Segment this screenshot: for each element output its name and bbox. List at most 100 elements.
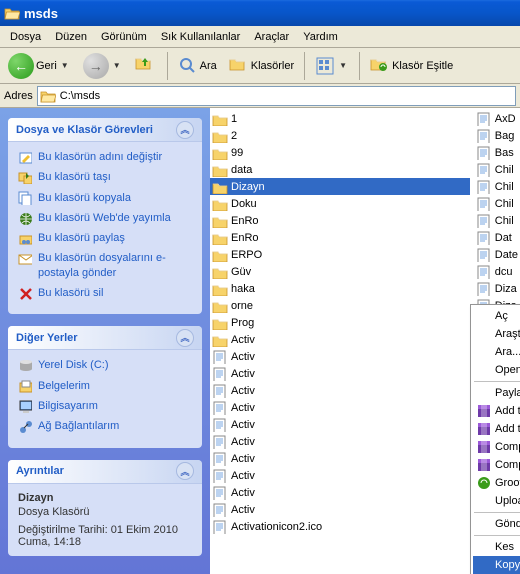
list-item[interactable]: Chil <box>474 195 520 212</box>
list-item[interactable]: Activ <box>210 484 470 501</box>
context-item[interactable]: Kopyala <box>473 556 520 574</box>
list-item[interactable]: 99 <box>210 144 470 161</box>
list-item[interactable]: Activ <box>210 467 470 484</box>
task-link[interactable]: Bu klasörü sil <box>18 286 192 300</box>
folders-button[interactable]: Klasörler <box>225 51 298 81</box>
context-item[interactable]: Compress to "Dizayn.rar" and email <box>473 456 520 474</box>
menu-file[interactable]: Dosya <box>4 29 47 45</box>
list-item[interactable]: Diza <box>474 280 520 297</box>
list-item[interactable]: 1 <box>210 110 470 127</box>
list-item[interactable]: orne <box>210 297 470 314</box>
forward-button[interactable]: → ▼ <box>79 51 127 81</box>
list-item[interactable]: EnRo <box>210 229 470 246</box>
list-item[interactable]: Dizayn <box>210 178 470 195</box>
rar-icon <box>476 457 492 473</box>
item-label: Activ <box>231 470 255 482</box>
list-item[interactable]: haka <box>210 280 470 297</box>
list-item[interactable]: Activ <box>210 399 470 416</box>
file-icon <box>212 452 228 466</box>
list-item[interactable]: Activationicon2.ico <box>210 518 470 535</box>
menu-favorites[interactable]: Sık Kullanılanlar <box>155 29 247 45</box>
up-button[interactable] <box>131 51 161 81</box>
list-item[interactable]: ERPO <box>210 246 470 263</box>
list-item[interactable]: Chil <box>474 212 520 229</box>
task-link[interactable]: Ağ Bağlantılarım <box>18 419 192 433</box>
item-label: Activ <box>231 419 255 431</box>
sync-button[interactable]: Klasör Eşitle <box>366 51 457 81</box>
task-link[interactable]: Bu klasörün adını değiştir <box>18 150 192 164</box>
list-item[interactable]: Date <box>474 246 520 263</box>
list-item[interactable]: Activ <box>210 416 470 433</box>
forward-dropdown[interactable]: ▼ <box>111 61 123 70</box>
list-item[interactable]: Activ <box>210 348 470 365</box>
list-item[interactable]: Activ <box>210 365 470 382</box>
list-item[interactable]: Dat <box>474 229 520 246</box>
context-item[interactable]: Aç <box>473 307 520 325</box>
task-link[interactable]: Bu klasörü kopyala <box>18 191 192 205</box>
list-item[interactable]: Chil <box>474 178 520 195</box>
list-item[interactable]: 2 <box>210 127 470 144</box>
list-item[interactable]: Chil <box>474 161 520 178</box>
list-item[interactable]: Activ <box>210 433 470 450</box>
context-item[interactable]: Open as Notebook in OneNote <box>473 361 520 379</box>
address-input[interactable]: C:\msds <box>37 86 516 106</box>
tasks-header[interactable]: Dosya ve Klasör Görevleri ︽ <box>8 118 202 142</box>
context-item[interactable]: Groove Klasör Eşitleme▶ <box>473 474 520 492</box>
collapse-icon[interactable]: ︽ <box>176 462 194 480</box>
places-header[interactable]: Diğer Yerler ︽ <box>8 326 202 350</box>
context-item[interactable]: Araştır <box>473 325 520 343</box>
list-item[interactable]: Bas <box>474 144 520 161</box>
context-item[interactable]: Ara... <box>473 343 520 361</box>
task-link[interactable]: Yerel Disk (C:) <box>18 358 192 372</box>
context-item[interactable]: Gönder▶ <box>473 515 520 533</box>
collapse-icon[interactable]: ︽ <box>176 329 194 347</box>
list-item[interactable]: Activ <box>210 450 470 467</box>
task-link[interactable]: Bu klasörü Web'de yayımla <box>18 211 192 225</box>
back-dropdown[interactable]: ▼ <box>59 61 71 70</box>
list-item[interactable]: Güv <box>210 263 470 280</box>
list-item[interactable]: Activ <box>210 382 470 399</box>
web-icon <box>18 211 32 225</box>
context-item[interactable]: Paylaşım ve Güvenlik... <box>473 384 520 402</box>
views-button[interactable]: ▼ <box>311 51 353 81</box>
task-link[interactable]: Bu klasörü paylaş <box>18 231 192 245</box>
context-item[interactable]: Add to "Dizayn.rar" <box>473 420 520 438</box>
context-item[interactable]: Compress and email... <box>473 438 520 456</box>
list-item[interactable]: Activ <box>210 331 470 348</box>
list-item[interactable]: dcu <box>474 263 520 280</box>
list-item[interactable]: Doku <box>210 195 470 212</box>
file-icon <box>476 180 492 194</box>
list-item[interactable]: data <box>210 161 470 178</box>
menu-help[interactable]: Yardım <box>297 29 344 45</box>
file-list[interactable]: 1299dataDizaynDokuEnRoEnRoERPOGüvhakaorn… <box>210 108 520 574</box>
views-dropdown[interactable]: ▼ <box>337 61 349 70</box>
file-icon <box>476 163 492 177</box>
collapse-icon[interactable]: ︽ <box>176 121 194 139</box>
context-item[interactable]: Add to archive... <box>473 402 520 420</box>
menu-view[interactable]: Görünüm <box>95 29 153 45</box>
task-link[interactable]: Bu klasörü taşı <box>18 170 192 184</box>
list-item[interactable]: EnRo <box>210 212 470 229</box>
item-label: 2 <box>231 130 237 142</box>
list-item[interactable]: Activ <box>210 501 470 518</box>
folder-icon <box>212 112 228 126</box>
context-item[interactable]: Kes <box>473 538 520 556</box>
task-link[interactable]: Bilgisayarım <box>18 399 192 413</box>
list-item[interactable]: Prog <box>210 314 470 331</box>
menu-tools[interactable]: Araçlar <box>248 29 295 45</box>
search-button[interactable]: Ara <box>174 51 221 81</box>
list-item[interactable]: AxD <box>474 110 520 127</box>
folder-icon <box>212 197 228 211</box>
back-button[interactable]: ← Geri ▼ <box>4 51 75 81</box>
details-header[interactable]: Ayrıntılar ︽ <box>8 460 202 484</box>
context-label: Aç <box>495 310 508 322</box>
item-label: Activ <box>231 487 255 499</box>
list-item[interactable]: Bag <box>474 127 520 144</box>
item-label: Chil <box>495 181 514 193</box>
file-icon <box>476 231 492 245</box>
details-name: Dizayn <box>18 492 192 504</box>
task-link[interactable]: Bu klasörün dosyalarını e-postayla gönde… <box>18 251 192 280</box>
context-item[interactable]: Upload using WS_FTP Upload Wizard <box>473 492 520 510</box>
task-link[interactable]: Belgelerim <box>18 379 192 393</box>
menu-edit[interactable]: Düzen <box>49 29 93 45</box>
